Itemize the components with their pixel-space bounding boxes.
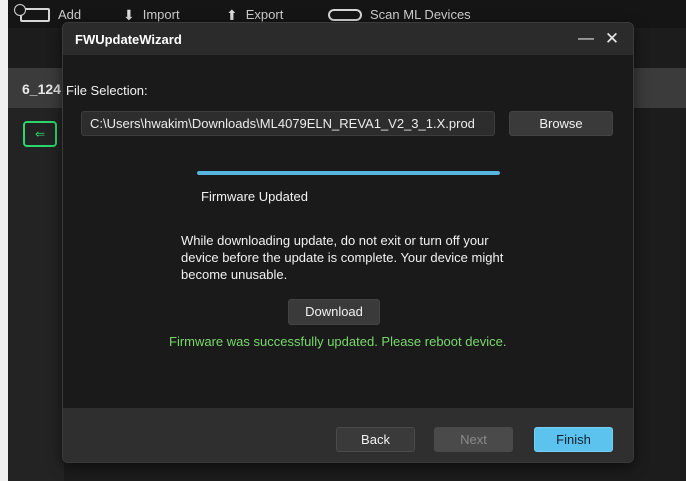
progress-fill xyxy=(197,171,500,175)
file-path-input[interactable] xyxy=(81,111,495,136)
scan-icon xyxy=(328,8,362,21)
browse-button[interactable]: Browse xyxy=(509,111,613,136)
toolbar-export-label: Export xyxy=(245,7,284,22)
back-button[interactable]: Back xyxy=(336,427,415,452)
toolbar-add[interactable]: Add xyxy=(14,3,82,22)
dialog-title: FWUpdateWizard xyxy=(75,32,182,47)
fw-update-wizard-dialog: FWUpdateWizard — ✕ File Selection: Brows… xyxy=(62,22,634,463)
toolbar-import[interactable]: ⬇ Import xyxy=(123,7,180,22)
export-arrow-icon: ⬆ xyxy=(226,6,238,23)
import-arrow-icon: ⬇ xyxy=(123,6,135,23)
finish-button[interactable]: Finish xyxy=(534,427,613,452)
status-text: Firmware Updated xyxy=(201,189,308,204)
toolbar-export[interactable]: ⬆ Export xyxy=(226,7,283,22)
warning-text: While downloading update, do not exit or… xyxy=(181,233,504,282)
progress-bar xyxy=(197,171,500,175)
success-message: Firmware was successfully updated. Pleas… xyxy=(169,334,507,349)
toolbar-scan-label: Scan ML Devices xyxy=(370,7,471,22)
close-button[interactable]: ✕ xyxy=(601,28,623,50)
app-sidebar xyxy=(8,108,64,481)
usb-device-icon[interactable]: ⇐ xyxy=(23,121,57,147)
next-button[interactable]: Next xyxy=(434,427,513,452)
minimize-button[interactable]: — xyxy=(575,28,597,50)
dialog-footer: Back Next Finish xyxy=(63,408,633,462)
dialog-titlebar[interactable]: FWUpdateWizard — ✕ xyxy=(63,23,633,55)
toolbar-add-label: Add xyxy=(58,7,82,22)
file-selection-label: File Selection: xyxy=(66,83,148,98)
download-button[interactable]: Download xyxy=(288,299,380,325)
toolbar-import-label: Import xyxy=(142,7,180,22)
device-label[interactable]: 6_124 xyxy=(22,81,61,97)
toolbar-scan[interactable]: Scan ML Devices xyxy=(328,7,471,22)
add-device-icon xyxy=(14,3,50,22)
